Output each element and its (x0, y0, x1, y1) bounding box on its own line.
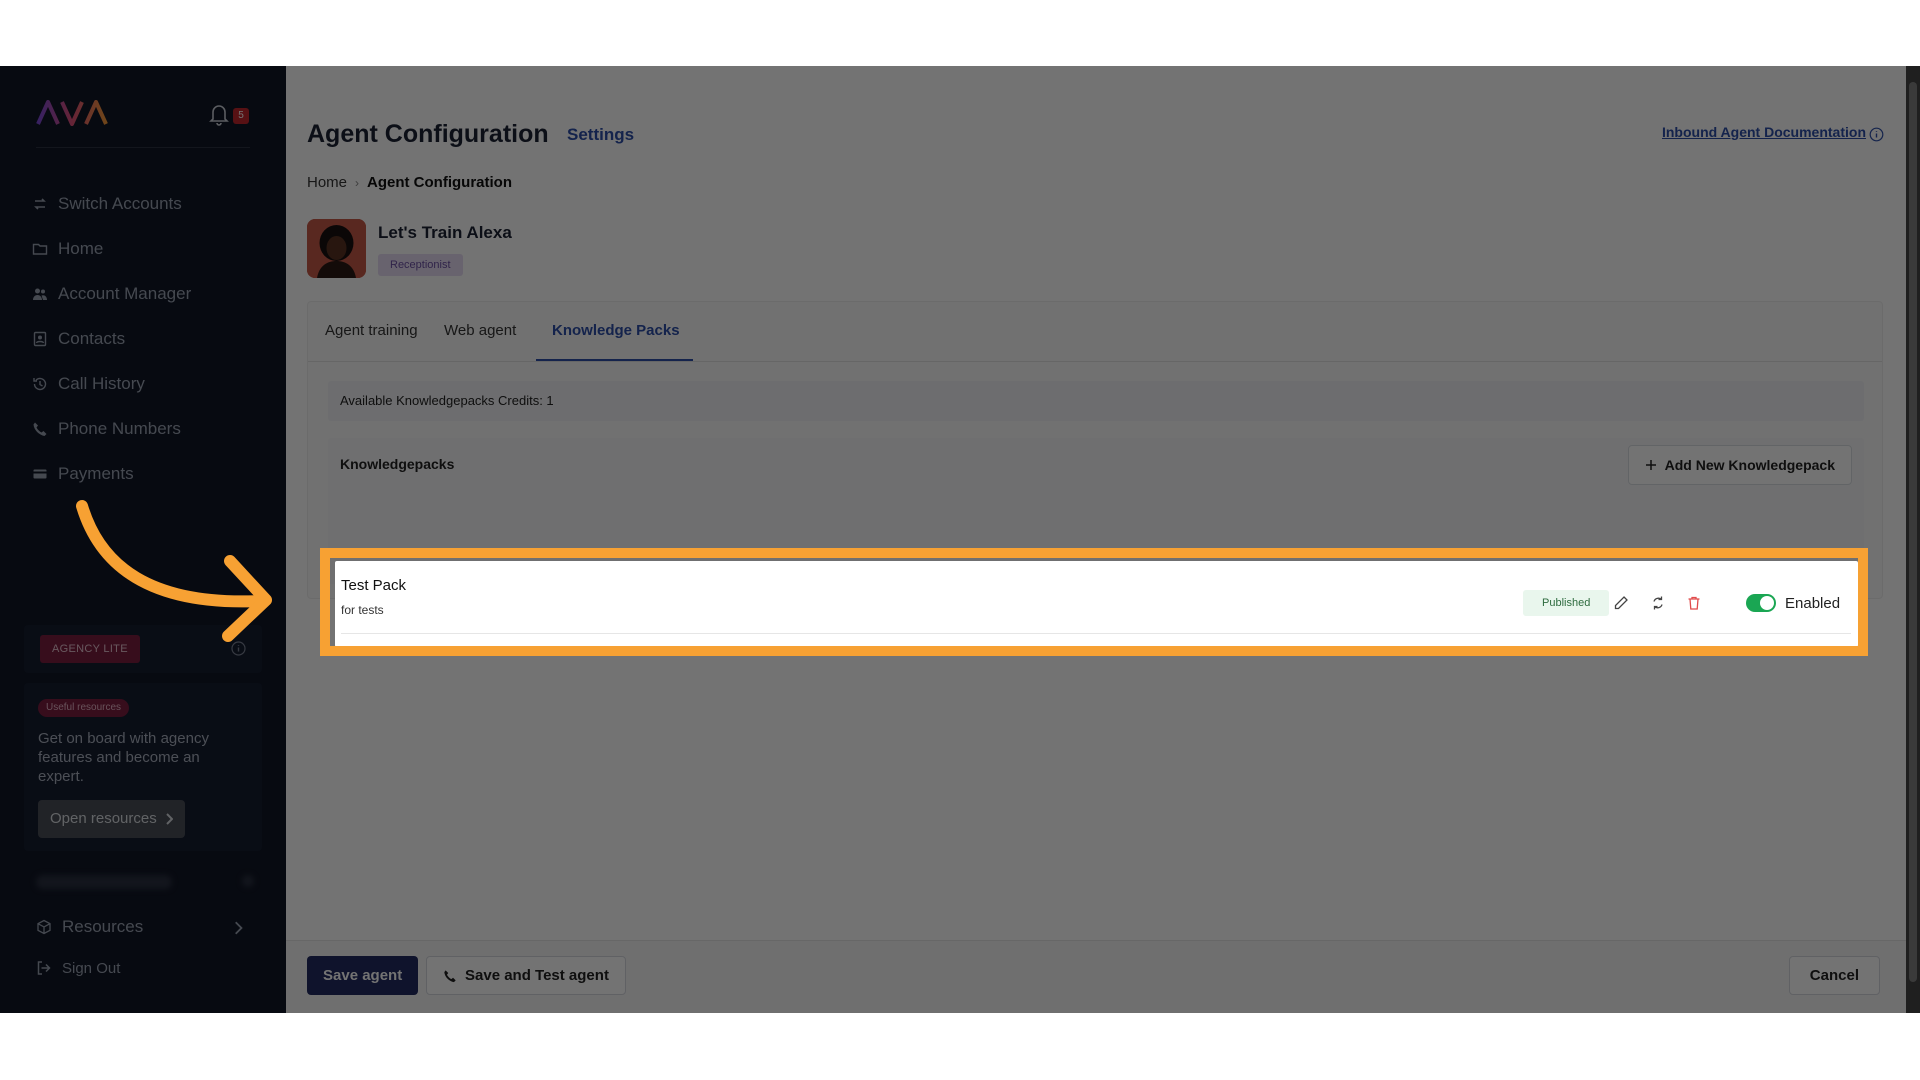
sync-icon[interactable] (1650, 595, 1666, 611)
main-content: Agent Configuration Settings Inbound Age… (286, 66, 1920, 1013)
chevron-right-icon (235, 921, 243, 935)
sign-out-label: Sign Out (62, 959, 121, 977)
open-resources-label: Open resources (50, 810, 157, 827)
info-icon[interactable] (1869, 127, 1884, 142)
breadcrumb-separator-icon: › (355, 175, 360, 190)
tab-bar: Agent training Web agent Knowledge Packs (308, 302, 1882, 362)
add-knowledgepack-label: Add New Knowledgepack (1664, 457, 1835, 473)
enabled-toggle[interactable] (1746, 594, 1776, 612)
sidebar-item-switch-accounts[interactable]: Switch Accounts (32, 181, 262, 226)
sign-out-icon (37, 961, 51, 975)
sidebar-item-label: Call History (58, 373, 145, 393)
credits-banner: Available Knowledgepacks Credits: 1 (328, 381, 1864, 421)
sidebar-item-label: Switch Accounts (58, 193, 182, 213)
cancel-button[interactable]: Cancel (1788, 956, 1880, 995)
card-icon (33, 469, 47, 478)
chevron-right-icon (166, 813, 173, 825)
agent-role-badge: Receptionist (378, 254, 463, 276)
agent-avatar-image (307, 219, 366, 278)
blurred-account-indicator (242, 875, 254, 887)
agent-name: Let's Train Alexa (378, 223, 512, 242)
active-tab-indicator (536, 359, 693, 361)
blurred-account-name (36, 875, 172, 889)
bell-icon[interactable] (208, 102, 230, 126)
documentation-link[interactable]: Inbound Agent Documentation (1662, 124, 1866, 140)
sidebar-divider (36, 147, 250, 148)
page-title: Agent Configuration (307, 120, 549, 148)
sidebar-item-label: Home (58, 238, 104, 258)
plan-badge[interactable]: AGENCY LITE (40, 635, 140, 663)
resources-badge: Useful resources (38, 699, 130, 717)
breadcrumb: Home › Agent Configuration (307, 174, 512, 191)
section-title: Knowledgepacks (340, 456, 455, 472)
folder-icon (32, 243, 48, 255)
history-icon (33, 377, 47, 390)
add-knowledgepack-button[interactable]: Add New Knowledgepack (1627, 445, 1852, 485)
ava-logo[interactable] (36, 100, 110, 126)
sign-out-button[interactable]: Sign Out (36, 953, 120, 983)
save-and-test-label: Save and Test agent (465, 967, 609, 984)
toggle-label: Enabled (1785, 595, 1841, 612)
row-divider (341, 633, 1851, 634)
sidebar-item-label: Payments (58, 463, 134, 483)
app-window: 5 Switch Accounts Home Account Manager C… (0, 66, 1920, 1013)
sidebar-item-label: Account Manager (58, 283, 192, 303)
switch-icon (34, 197, 46, 210)
resources-card: Useful resources Get on board with agenc… (24, 683, 262, 851)
tab-web-agent[interactable]: Web agent (444, 322, 516, 339)
sidebar-item-contacts[interactable]: Contacts (32, 316, 262, 361)
scrollbar-thumb[interactable] (1909, 82, 1917, 982)
trash-icon[interactable] (1686, 595, 1702, 611)
sidebar-item-call-history[interactable]: Call History (32, 361, 262, 406)
tab-knowledge-packs[interactable]: Knowledge Packs (552, 322, 680, 339)
pencil-icon[interactable] (1613, 595, 1629, 611)
tab-agent-training[interactable]: Agent training (325, 322, 418, 339)
info-icon[interactable] (231, 641, 246, 656)
knowledgepack-description: for tests (341, 603, 384, 617)
open-resources-button[interactable]: Open resources (38, 800, 185, 838)
sidebar-nav: Switch Accounts Home Account Manager Con… (32, 181, 262, 496)
sidebar-item-resources[interactable]: Resources (36, 912, 256, 942)
scrollbar[interactable] (1906, 66, 1920, 1013)
phone-icon (33, 422, 47, 436)
breadcrumb-current: Agent Configuration (367, 174, 512, 191)
sidebar-item-label: Contacts (58, 328, 126, 348)
status-badge: Published (1523, 590, 1610, 616)
sidebar-item-account-manager[interactable]: Account Manager (32, 271, 262, 316)
footer-bar: Save agent Save and Test agent Cancel (286, 940, 1920, 1013)
plan-card: AGENCY LITE (24, 625, 262, 673)
sidebar-item-phone-numbers[interactable]: Phone Numbers (32, 406, 262, 451)
plus-icon (1645, 460, 1656, 470)
save-and-test-button[interactable]: Save and Test agent (426, 956, 626, 995)
config-panel: Agent training Web agent Knowledge Packs… (307, 301, 1883, 599)
users-icon (33, 288, 47, 300)
save-agent-button[interactable]: Save agent (307, 956, 419, 995)
phone-icon (444, 969, 456, 982)
contacts-icon (33, 331, 47, 346)
sidebar: 5 Switch Accounts Home Account Manager C… (0, 66, 286, 1013)
cube-icon (37, 919, 51, 935)
knowledgepack-row[interactable]: Test Pack for tests Published Enabled (335, 561, 1858, 647)
sidebar-item-label: Phone Numbers (58, 418, 181, 438)
resources-text: Get on board with agency features and be… (38, 730, 209, 785)
knowledgepack-name: Test Pack (341, 577, 407, 594)
notification-count-badge: 5 (233, 108, 249, 124)
page-subtitle: Settings (567, 125, 635, 144)
sidebar-item-payments[interactable]: Payments (32, 451, 262, 496)
agent-avatar (307, 219, 366, 278)
sidebar-item-home[interactable]: Home (32, 226, 262, 271)
breadcrumb-home[interactable]: Home (307, 174, 347, 191)
sidebar-item-label: Resources (62, 917, 144, 936)
